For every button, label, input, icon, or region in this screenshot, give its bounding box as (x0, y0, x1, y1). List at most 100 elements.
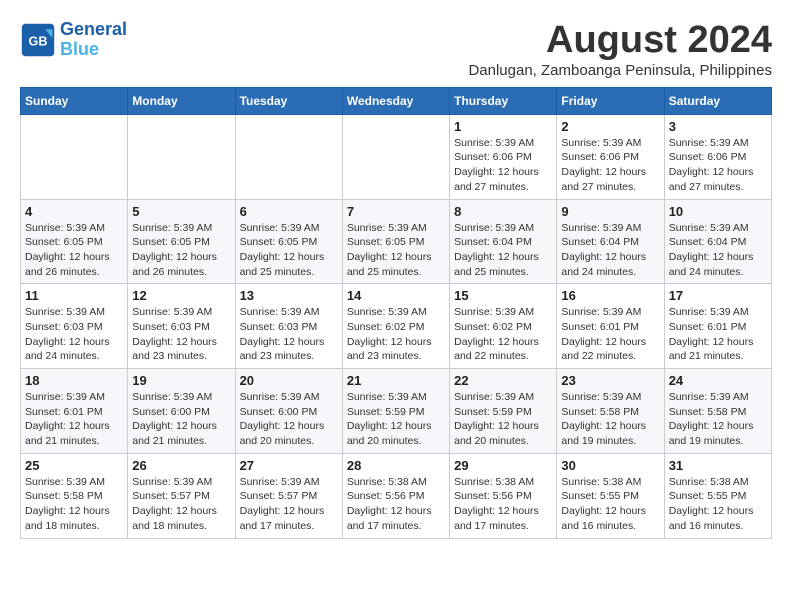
day-number: 10 (669, 204, 767, 219)
day-of-week-header: Monday (128, 87, 235, 114)
calendar-day-cell: 3Sunrise: 5:39 AMSunset: 6:06 PMDaylight… (664, 114, 771, 199)
day-of-week-header: Saturday (664, 87, 771, 114)
calendar-day-cell: 17 Sunrise: 5:39 AMSunset: 6:01 PMDayligh… (664, 284, 771, 369)
day-number: 9 (561, 204, 659, 219)
day-number: 3 (669, 119, 767, 134)
day-info: Sunrise: 5:39 AMSunset: 6:01 PMDaylight:… (25, 390, 123, 449)
day-info: Sunrise: 5:39 AMSunset: 5:57 PMDaylight:… (240, 475, 338, 534)
day-info: Sunrise: 5:39 AMSunset: 6:00 PMDaylight:… (240, 390, 338, 449)
day-number: 6 (240, 204, 338, 219)
day-info: Sunrise: 5:39 AMSunset: 6:05 PMDaylight:… (347, 221, 445, 280)
calendar-day-cell (128, 114, 235, 199)
calendar-day-cell: 4 Sunrise: 5:39 AMSunset: 6:05 PMDaylight… (21, 199, 128, 284)
calendar-day-cell: 13Sunrise: 5:39 AMSunset: 6:03 PMDayligh… (235, 284, 342, 369)
logo-text: General Blue (60, 20, 127, 60)
calendar-day-cell: 23Sunrise: 5:39 AMSunset: 5:58 PMDayligh… (557, 369, 664, 454)
calendar-day-cell: 19 Sunrise: 5:39 AMSunset: 6:00 PMDayligh… (128, 369, 235, 454)
calendar-day-cell: 25 Sunrise: 5:39 AMSunset: 5:58 PMDayligh… (21, 453, 128, 538)
day-info: Sunrise: 5:39 AMSunset: 5:59 PMDaylight:… (454, 390, 552, 449)
day-info: Sunrise: 5:39 AMSunset: 5:58 PMDaylight:… (669, 390, 767, 449)
calendar-day-cell: 5Sunrise: 5:39 AMSunset: 6:05 PMDaylight… (128, 199, 235, 284)
calendar-day-cell: 10 Sunrise: 5:39 AMSunset: 6:04 PMDayligh… (664, 199, 771, 284)
day-number: 22 (454, 373, 552, 388)
day-info: Sunrise: 5:39 AMSunset: 6:05 PMDaylight:… (25, 221, 123, 280)
day-info: Sunrise: 5:39 AMSunset: 6:01 PMDaylight:… (669, 305, 767, 364)
day-number: 15 (454, 288, 552, 303)
day-number: 5 (132, 204, 230, 219)
page-header: GB General Blue August 2024 Danlugan, Za… (20, 20, 772, 79)
calendar-day-cell: 24 Sunrise: 5:39 AMSunset: 5:58 PMDayligh… (664, 369, 771, 454)
day-of-week-header: Sunday (21, 87, 128, 114)
day-info: Sunrise: 5:39 AMSunset: 6:03 PMDaylight:… (132, 305, 230, 364)
calendar-day-cell: 14 Sunrise: 5:39 AMSunset: 6:02 PMDayligh… (342, 284, 449, 369)
day-info: Sunrise: 5:39 AMSunset: 6:02 PMDaylight:… (347, 305, 445, 364)
day-number: 30 (561, 458, 659, 473)
calendar-header: SundayMondayTuesdayWednesdayThursdayFrid… (21, 87, 772, 114)
calendar-day-cell (21, 114, 128, 199)
day-number: 23 (561, 373, 659, 388)
day-of-week-header: Wednesday (342, 87, 449, 114)
day-of-week-header: Friday (557, 87, 664, 114)
day-number: 16 (561, 288, 659, 303)
calendar-day-cell: 6 Sunrise: 5:39 AMSunset: 6:05 PMDaylight… (235, 199, 342, 284)
day-number: 18 (25, 373, 123, 388)
day-info: Sunrise: 5:38 AMSunset: 5:55 PMDaylight:… (561, 475, 659, 534)
day-number: 13 (240, 288, 338, 303)
day-number: 4 (25, 204, 123, 219)
day-number: 19 (132, 373, 230, 388)
calendar-day-cell: 12 Sunrise: 5:39 AMSunset: 6:03 PMDayligh… (128, 284, 235, 369)
day-number: 2 (561, 119, 659, 134)
day-of-week-header: Tuesday (235, 87, 342, 114)
day-info: Sunrise: 5:39 AMSunset: 6:04 PMDaylight:… (561, 221, 659, 280)
day-info: Sunrise: 5:39 AMSunset: 6:01 PMDaylight:… (561, 305, 659, 364)
calendar-table: SundayMondayTuesdayWednesdayThursdayFrid… (20, 87, 772, 539)
day-number: 11 (25, 288, 123, 303)
calendar-day-cell: 16 Sunrise: 5:39 AMSunset: 6:01 PMDayligh… (557, 284, 664, 369)
calendar-day-cell: 2 Sunrise: 5:39 AMSunset: 6:06 PMDaylight… (557, 114, 664, 199)
day-number: 31 (669, 458, 767, 473)
day-info: Sunrise: 5:39 AMSunset: 5:58 PMDaylight:… (25, 475, 123, 534)
calendar-day-cell: 15Sunrise: 5:39 AMSunset: 6:02 PMDayligh… (450, 284, 557, 369)
calendar-day-cell: 20Sunrise: 5:39 AMSunset: 6:00 PMDayligh… (235, 369, 342, 454)
day-number: 1 (454, 119, 552, 134)
main-title: August 2024 (468, 20, 772, 62)
calendar-day-cell: 22 Sunrise: 5:39 AMSunset: 5:59 PMDayligh… (450, 369, 557, 454)
calendar-day-cell (235, 114, 342, 199)
day-number: 25 (25, 458, 123, 473)
day-number: 17 (669, 288, 767, 303)
calendar-day-cell: 7 Sunrise: 5:39 AMSunset: 6:05 PMDaylight… (342, 199, 449, 284)
calendar-day-cell: 8Sunrise: 5:39 AMSunset: 6:04 PMDaylight… (450, 199, 557, 284)
day-info: Sunrise: 5:39 AMSunset: 6:00 PMDaylight:… (132, 390, 230, 449)
day-info: Sunrise: 5:39 AMSunset: 6:03 PMDaylight:… (25, 305, 123, 364)
day-number: 24 (669, 373, 767, 388)
calendar-day-cell: 26Sunrise: 5:39 AMSunset: 5:57 PMDayligh… (128, 453, 235, 538)
logo-blue: Blue (60, 39, 99, 59)
day-info: Sunrise: 5:39 AMSunset: 6:05 PMDaylight:… (240, 221, 338, 280)
day-number: 26 (132, 458, 230, 473)
title-block: August 2024 Danlugan, Zamboanga Peninsul… (468, 20, 772, 79)
day-info: Sunrise: 5:39 AMSunset: 6:04 PMDaylight:… (669, 221, 767, 280)
calendar-day-cell: 1 Sunrise: 5:39 AMSunset: 6:06 PMDaylight… (450, 114, 557, 199)
calendar-week-row: 1 Sunrise: 5:39 AMSunset: 6:06 PMDaylight… (21, 114, 772, 199)
day-number: 28 (347, 458, 445, 473)
day-info: Sunrise: 5:39 AMSunset: 6:06 PMDaylight:… (561, 136, 659, 195)
calendar-day-cell: 30 Sunrise: 5:38 AMSunset: 5:55 PMDayligh… (557, 453, 664, 538)
calendar-day-cell: 29Sunrise: 5:38 AMSunset: 5:56 PMDayligh… (450, 453, 557, 538)
logo-icon: GB (20, 22, 56, 58)
day-number: 8 (454, 204, 552, 219)
calendar-week-row: 11 Sunrise: 5:39 AMSunset: 6:03 PMDayligh… (21, 284, 772, 369)
calendar-day-cell: 9 Sunrise: 5:39 AMSunset: 6:04 PMDaylight… (557, 199, 664, 284)
day-of-week-header: Thursday (450, 87, 557, 114)
calendar-day-cell: 31Sunrise: 5:38 AMSunset: 5:55 PMDayligh… (664, 453, 771, 538)
calendar-day-cell: 18 Sunrise: 5:39 AMSunset: 6:01 PMDayligh… (21, 369, 128, 454)
day-number: 12 (132, 288, 230, 303)
day-number: 27 (240, 458, 338, 473)
calendar-week-row: 25 Sunrise: 5:39 AMSunset: 5:58 PMDayligh… (21, 453, 772, 538)
calendar-day-cell: 11 Sunrise: 5:39 AMSunset: 6:03 PMDayligh… (21, 284, 128, 369)
day-number: 14 (347, 288, 445, 303)
logo-general: General (60, 19, 127, 39)
day-info: Sunrise: 5:39 AMSunset: 6:06 PMDaylight:… (454, 136, 552, 195)
day-number: 21 (347, 373, 445, 388)
day-number: 7 (347, 204, 445, 219)
day-info: Sunrise: 5:39 AMSunset: 5:59 PMDaylight:… (347, 390, 445, 449)
